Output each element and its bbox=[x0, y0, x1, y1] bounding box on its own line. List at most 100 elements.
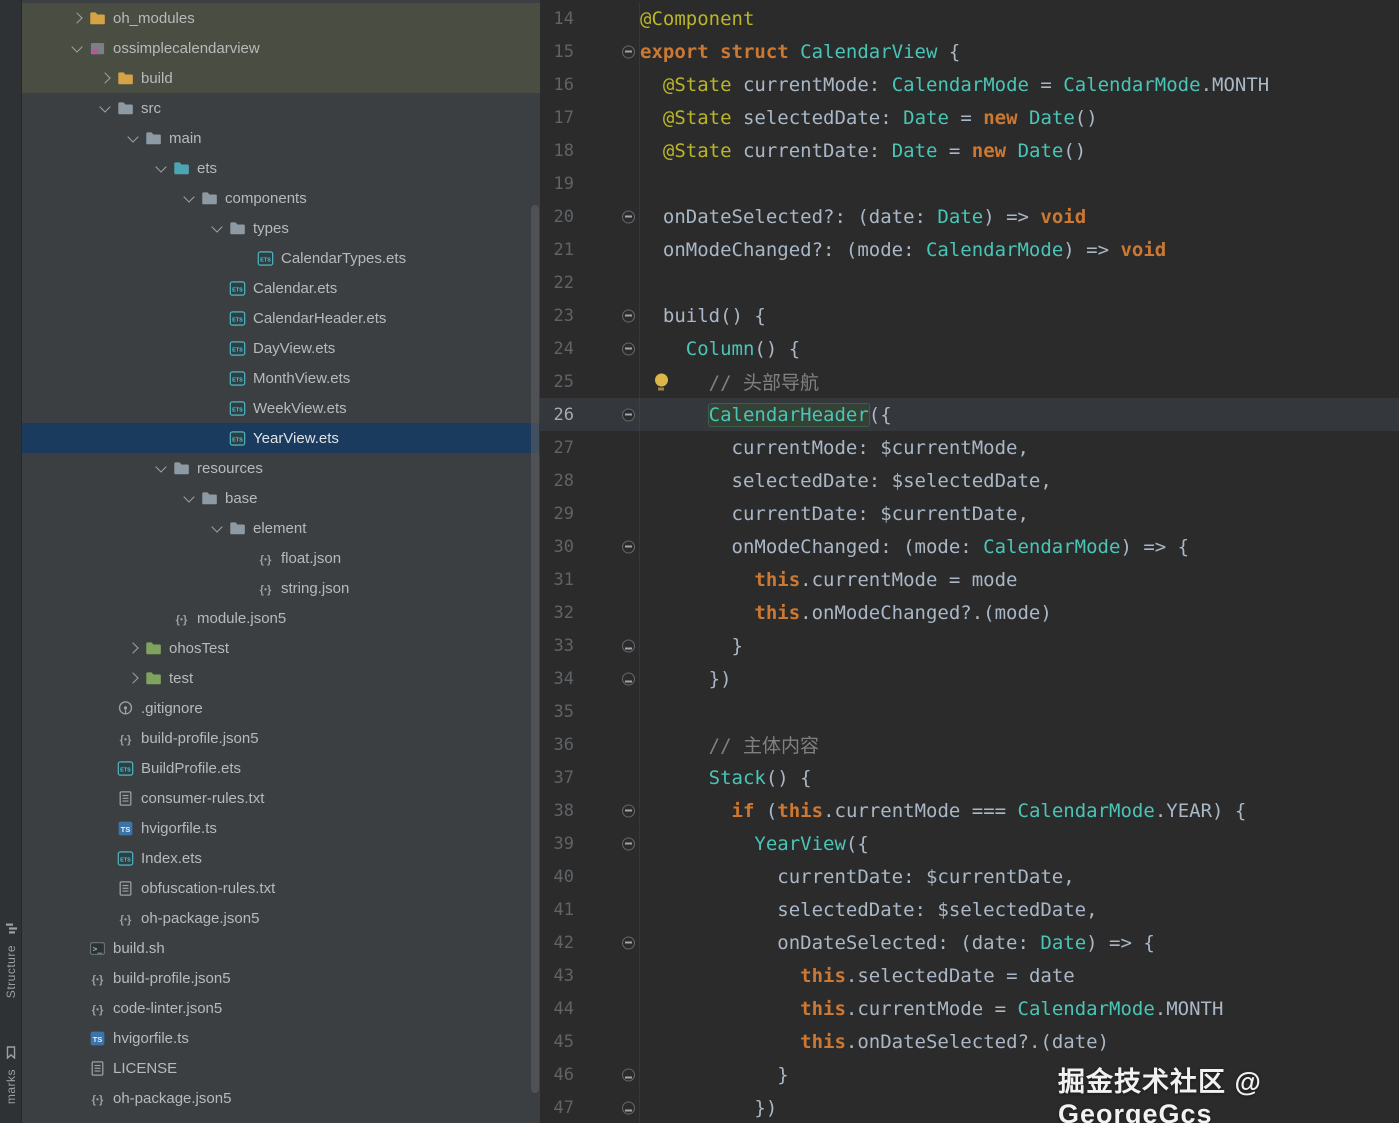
fold-end-icon[interactable] bbox=[622, 1068, 635, 1081]
fold-collapse-icon[interactable] bbox=[622, 408, 635, 421]
chevron-right-icon[interactable] bbox=[122, 670, 144, 686]
code-editor[interactable]: 14@Component15export struct CalendarView… bbox=[540, 0, 1399, 1123]
fold-collapse-icon[interactable] bbox=[622, 45, 635, 58]
tree-item-code-linter-json5[interactable]: { }code-linter.json5 bbox=[22, 993, 540, 1023]
tool-button-bookmarks[interactable]: marks bbox=[0, 1046, 22, 1104]
tree-item-consumer-rules-txt[interactable]: consumer-rules.txt bbox=[22, 783, 540, 813]
fold-collapse-icon[interactable] bbox=[622, 837, 635, 850]
tree-item-weekview-ets[interactable]: ETSWeekView.ets bbox=[22, 393, 540, 423]
tree-item-module-json5[interactable]: { }module.json5 bbox=[22, 603, 540, 633]
code-line-19[interactable]: 19 bbox=[540, 167, 1399, 200]
tree-item-hvigorfile-ts[interactable]: TShvigorfile.ts bbox=[22, 813, 540, 843]
chevron-right-icon[interactable] bbox=[94, 70, 116, 86]
fold-collapse-icon[interactable] bbox=[622, 309, 635, 322]
chevron-down-icon[interactable] bbox=[150, 460, 172, 476]
fold-end-icon[interactable] bbox=[622, 672, 635, 685]
chevron-down-icon[interactable] bbox=[94, 100, 116, 116]
tree-item-gitignore[interactable]: .gitignore bbox=[22, 693, 540, 723]
fold-collapse-icon[interactable] bbox=[622, 210, 635, 223]
code-line-41[interactable]: 41 selectedDate: $selectedDate, bbox=[540, 893, 1399, 926]
chevron-down-icon[interactable] bbox=[66, 40, 88, 56]
code-line-44[interactable]: 44 this.currentMode = CalendarMode.MONTH bbox=[540, 992, 1399, 1025]
code-line-22[interactable]: 22 bbox=[540, 266, 1399, 299]
tree-item-src[interactable]: src bbox=[22, 93, 540, 123]
code-line-29[interactable]: 29 currentDate: $currentDate, bbox=[540, 497, 1399, 530]
tree-item-monthview-ets[interactable]: ETSMonthView.ets bbox=[22, 363, 540, 393]
tree-item-resources[interactable]: resources bbox=[22, 453, 540, 483]
tree-item-base[interactable]: base bbox=[22, 483, 540, 513]
chevron-right-icon[interactable] bbox=[66, 10, 88, 26]
tree-item-test[interactable]: test bbox=[22, 663, 540, 693]
code-line-27[interactable]: 27 currentMode: $currentMode, bbox=[540, 431, 1399, 464]
tree-item-ossimplecalendarview[interactable]: ossimplecalendarview bbox=[22, 33, 540, 63]
code-line-37[interactable]: 37 Stack() { bbox=[540, 761, 1399, 794]
tree-item-oh-modules[interactable]: oh_modules bbox=[22, 3, 540, 33]
fold-collapse-icon[interactable] bbox=[622, 342, 635, 355]
code-line-21[interactable]: 21 onModeChanged?: (mode: CalendarMode) … bbox=[540, 233, 1399, 266]
tree-item-oh-package-json5[interactable]: { }oh-package.json5 bbox=[22, 903, 540, 933]
tree-item-index-ets[interactable]: ETSIndex.ets bbox=[22, 843, 540, 873]
intention-bulb-icon[interactable] bbox=[654, 373, 668, 390]
code-line-26[interactable]: 26 CalendarHeader({ bbox=[540, 398, 1399, 431]
fold-end-icon[interactable] bbox=[622, 639, 635, 652]
code-line-14[interactable]: 14@Component bbox=[540, 2, 1399, 35]
code-line-24[interactable]: 24 Column() { bbox=[540, 332, 1399, 365]
tree-item-build-profile-json5[interactable]: { }build-profile.json5 bbox=[22, 723, 540, 753]
tree-item-float-json[interactable]: { }float.json bbox=[22, 543, 540, 573]
code-line-33[interactable]: 33 } bbox=[540, 629, 1399, 662]
tree-item-buildprofile-ets[interactable]: ETSBuildProfile.ets bbox=[22, 753, 540, 783]
code-line-35[interactable]: 35 bbox=[540, 695, 1399, 728]
tree-item-build-sh[interactable]: >_build.sh bbox=[22, 933, 540, 963]
chevron-down-icon[interactable] bbox=[206, 520, 228, 536]
code-line-42[interactable]: 42 onDateSelected: (date: Date) => { bbox=[540, 926, 1399, 959]
tree-item-license[interactable]: LICENSE bbox=[22, 1053, 540, 1083]
chevron-down-icon[interactable] bbox=[178, 490, 200, 506]
tree-item-string-json[interactable]: { }string.json bbox=[22, 573, 540, 603]
tree-item-main[interactable]: main bbox=[22, 123, 540, 153]
tree-item-file[interactable]: { } bbox=[22, 1113, 540, 1123]
tree-item-yearview-ets[interactable]: ETSYearView.ets bbox=[22, 423, 540, 453]
code-line-30[interactable]: 30 onModeChanged: (mode: CalendarMode) =… bbox=[540, 530, 1399, 563]
tree-item-build-profile-json5[interactable]: { }build-profile.json5 bbox=[22, 963, 540, 993]
tree-item-build[interactable]: build bbox=[22, 63, 540, 93]
code-line-17[interactable]: 17 @State selectedDate: Date = new Date(… bbox=[540, 101, 1399, 134]
tree-item-calendarheader-ets[interactable]: ETSCalendarHeader.ets bbox=[22, 303, 540, 333]
code-line-32[interactable]: 32 this.onModeChanged?.(mode) bbox=[540, 596, 1399, 629]
code-line-36[interactable]: 36 // 主体内容 bbox=[540, 728, 1399, 761]
tree-item-ets[interactable]: ets bbox=[22, 153, 540, 183]
code-line-20[interactable]: 20 onDateSelected?: (date: Date) => void bbox=[540, 200, 1399, 233]
code-line-23[interactable]: 23 build() { bbox=[540, 299, 1399, 332]
chevron-down-icon[interactable] bbox=[178, 190, 200, 206]
code-line-43[interactable]: 43 this.selectedDate = date bbox=[540, 959, 1399, 992]
code-line-16[interactable]: 16 @State currentMode: CalendarMode = Ca… bbox=[540, 68, 1399, 101]
tree-item-ohostest[interactable]: ohosTest bbox=[22, 633, 540, 663]
fold-end-icon[interactable] bbox=[622, 1101, 635, 1114]
code-line-34[interactable]: 34 }) bbox=[540, 662, 1399, 695]
code-line-15[interactable]: 15export struct CalendarView { bbox=[540, 35, 1399, 68]
code-line-38[interactable]: 38 if (this.currentMode === CalendarMode… bbox=[540, 794, 1399, 827]
fold-collapse-icon[interactable] bbox=[622, 804, 635, 817]
tree-item-hvigorfile-ts[interactable]: TShvigorfile.ts bbox=[22, 1023, 540, 1053]
tree-item-oh-package-json5[interactable]: { }oh-package.json5 bbox=[22, 1083, 540, 1113]
tree-item-components[interactable]: components bbox=[22, 183, 540, 213]
code-line-28[interactable]: 28 selectedDate: $selectedDate, bbox=[540, 464, 1399, 497]
chevron-down-icon[interactable] bbox=[122, 130, 144, 146]
tool-button-structure[interactable]: Structure bbox=[0, 922, 22, 998]
tree-scrollbar[interactable] bbox=[531, 205, 539, 1093]
code-line-45[interactable]: 45 this.onDateSelected?.(date) bbox=[540, 1025, 1399, 1058]
code-line-25[interactable]: 25 // 头部导航 bbox=[540, 365, 1399, 398]
fold-collapse-icon[interactable] bbox=[622, 540, 635, 553]
code-line-18[interactable]: 18 @State currentDate: Date = new Date() bbox=[540, 134, 1399, 167]
chevron-down-icon[interactable] bbox=[150, 160, 172, 176]
code-line-31[interactable]: 31 this.currentMode = mode bbox=[540, 563, 1399, 596]
fold-collapse-icon[interactable] bbox=[622, 936, 635, 949]
chevron-down-icon[interactable] bbox=[206, 220, 228, 236]
code-line-39[interactable]: 39 YearView({ bbox=[540, 827, 1399, 860]
tree-item-dayview-ets[interactable]: ETSDayView.ets bbox=[22, 333, 540, 363]
tree-item-types[interactable]: types bbox=[22, 213, 540, 243]
tree-item-calendar-ets[interactable]: ETSCalendar.ets bbox=[22, 273, 540, 303]
tree-item-element[interactable]: element bbox=[22, 513, 540, 543]
tree-item-obfuscation-rules-txt[interactable]: obfuscation-rules.txt bbox=[22, 873, 540, 903]
tree-item-calendartypes-ets[interactable]: ETSCalendarTypes.ets bbox=[22, 243, 540, 273]
code-line-40[interactable]: 40 currentDate: $currentDate, bbox=[540, 860, 1399, 893]
